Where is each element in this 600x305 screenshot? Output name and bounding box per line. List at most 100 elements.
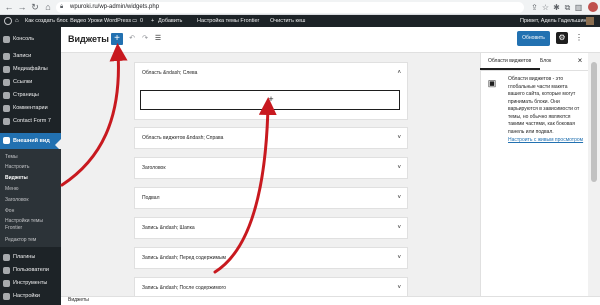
bookmark-star-icon[interactable]: ☆ [541, 3, 550, 12]
sidebar-item-label: Медиафайлы [13, 66, 48, 72]
mail-icon [3, 118, 10, 125]
block-inserter-button[interactable]: + [111, 33, 123, 45]
lock-icon: 🔒︎ [60, 4, 64, 10]
customize-live-preview-link[interactable]: Настроить с живым просмотром [508, 137, 584, 144]
admin-bar-greeting[interactable]: Привет, Адель Гадельшин [520, 15, 587, 27]
widget-area-panel[interactable]: Запись &ndash; Шапка ˅ [134, 217, 408, 239]
sidebar-item-label: Инструменты [13, 280, 48, 286]
sidebar-toggle-icon[interactable]: ▥ [574, 3, 583, 12]
widget-area-title[interactable]: Область &ndash; Слева [142, 63, 197, 83]
browser-profile-avatar[interactable] [588, 2, 598, 12]
back-icon[interactable]: ← [4, 2, 14, 12]
more-options-icon[interactable]: ⋮ [574, 33, 584, 43]
chevron-down-icon[interactable]: ˅ [397, 278, 401, 298]
wrench-icon [3, 280, 10, 287]
widget-area-title: Заголовок [142, 165, 166, 171]
address-bar[interactable]: 🔒︎ wpuroki.ru/wp-admin/widgets.php [56, 2, 524, 13]
sidebar-item-label: Ссылки [13, 79, 33, 85]
address-bar-url: wpuroki.ru/wp-admin/widgets.php [70, 4, 160, 10]
submenu-item-menus[interactable]: Меню [5, 186, 59, 193]
sidebar-item-users[interactable]: Пользователи [0, 264, 61, 277]
close-icon[interactable]: × [575, 56, 585, 66]
sidebar-item-comments[interactable]: Комментарии [0, 102, 61, 115]
chevron-up-icon[interactable]: ˄ [397, 63, 401, 83]
list-view-icon[interactable]: ☰ [154, 35, 162, 43]
chevron-down-icon[interactable]: ˅ [397, 128, 401, 148]
submenu-item-widgets[interactable]: Виджеты [5, 175, 59, 182]
admin-bar-comments-count[interactable]: 0 [140, 15, 143, 27]
admin-bar-theme-settings[interactable]: Настройка темы Frontier [197, 15, 259, 27]
submenu-item-customize[interactable]: Настроить [5, 164, 59, 171]
admin-bar-clear-cache[interactable]: Очистить кеш [270, 15, 305, 27]
undo-icon[interactable]: ↶ [128, 35, 136, 43]
comment-icon[interactable]: ▭ [132, 15, 137, 27]
widget-area-panel[interactable]: Запись &ndash; Перед содержимым ˅ [134, 247, 408, 269]
sidebar-item-label: Пользователи [13, 267, 49, 273]
admin-bar-new[interactable]: Добавить [158, 15, 182, 27]
sidebar-item-links[interactable]: Ссылки [0, 76, 61, 89]
chevron-down-icon[interactable]: ˅ [397, 158, 401, 178]
users-icon [3, 267, 10, 274]
scrollbar-thumb[interactable] [591, 62, 597, 182]
reload-icon[interactable]: ↻ [30, 2, 40, 12]
comment-icon [3, 105, 10, 112]
puzzle-icon[interactable]: ⧉ [563, 3, 572, 12]
sidebar-item-dashboard[interactable]: Консоль [0, 33, 61, 46]
link-icon [3, 79, 10, 86]
widget-area-title: Запись &ndash; После содержимого [142, 285, 227, 291]
chevron-down-icon[interactable]: ˅ [397, 188, 401, 208]
sidebar-item-label: Страницы [13, 92, 39, 98]
chevron-down-icon[interactable]: ˅ [397, 248, 401, 268]
admin-bar-site-name[interactable]: Как создать блог. Видео Уроки WordPress [25, 15, 131, 27]
plus-icon: + [151, 18, 155, 24]
sidebar-item-plugins[interactable]: Плагины [0, 251, 61, 264]
forward-icon[interactable]: → [17, 2, 27, 12]
widget-area-title: Запись &ndash; Шапка [142, 225, 195, 231]
sidebar-item-label: Консоль [13, 36, 35, 42]
panel-description: Области виджетов - это глобальные части … [508, 76, 580, 135]
sidebar-item-label: Комментарии [13, 105, 48, 111]
chevron-down-icon[interactable]: ˅ [397, 218, 401, 238]
settings-icon [3, 293, 10, 300]
sidebar-item-posts[interactable]: Записи [0, 50, 61, 63]
widget-area-title: Подвал [142, 195, 160, 201]
home-icon[interactable]: ⌂ [15, 15, 19, 27]
media-icon [3, 66, 10, 73]
pin-icon [3, 53, 10, 60]
widget-area-panel[interactable]: Область виджетов &ndash; Справа ˅ [134, 127, 408, 149]
widget-area-panel[interactable]: Подвал ˅ [134, 187, 408, 209]
submenu-item-themes[interactable]: Темы [5, 154, 59, 161]
widget-area-title: Область виджетов &ndash; Справа [142, 135, 224, 141]
sidebar-item-label: Записи [13, 53, 32, 59]
sidebar-item-pages[interactable]: Страницы [0, 89, 61, 102]
sidebar-item-appearance[interactable]: Внешний вид [0, 133, 61, 149]
admin-bar: ⌂ Как создать блог. Видео Уроки WordPres… [0, 15, 600, 27]
sidebar-item-tools[interactable]: Инструменты [0, 277, 61, 290]
sidebar-item-label: Contact Form 7 [13, 118, 51, 124]
tab-widget-areas[interactable]: Области виджетов [480, 53, 540, 70]
share-icon[interactable]: ⇪ [530, 3, 539, 12]
footer-breadcrumb[interactable]: Виджеты [68, 296, 89, 305]
dashboard-icon [3, 36, 10, 43]
page-icon [3, 92, 10, 99]
extensions-icon[interactable]: ✱ [552, 3, 561, 12]
user-avatar[interactable] [586, 17, 594, 25]
panel-divider [480, 70, 588, 71]
wordpress-logo-icon[interactable] [4, 17, 12, 25]
update-button[interactable]: Обновить [517, 31, 550, 46]
submenu-item-theme-editor[interactable]: Редактор тем [5, 237, 59, 244]
add-block-icon[interactable]: + [266, 94, 276, 104]
submenu-item-background[interactable]: Фон [5, 208, 59, 215]
submenu-item-header[interactable]: Заголовок [5, 197, 59, 204]
tab-block[interactable]: Блок [540, 53, 570, 70]
sidebar-item-contact-form[interactable]: Contact Form 7 [0, 115, 61, 128]
home-icon[interactable]: ⌂ [43, 2, 53, 12]
sidebar-item-media[interactable]: Медиафайлы [0, 63, 61, 76]
settings-gear-icon[interactable]: ⚙ [556, 32, 568, 44]
submenu-item-theme-settings[interactable]: Настройки темы Frontier [5, 218, 59, 232]
sidebar-item-settings[interactable]: Настройки [0, 290, 61, 303]
widget-area-panel[interactable]: Заголовок ˅ [134, 157, 408, 179]
redo-icon[interactable]: ↷ [141, 35, 149, 43]
sidebar-item-label: Плагины [13, 254, 36, 260]
widget-area-icon: ▣ [487, 78, 497, 88]
